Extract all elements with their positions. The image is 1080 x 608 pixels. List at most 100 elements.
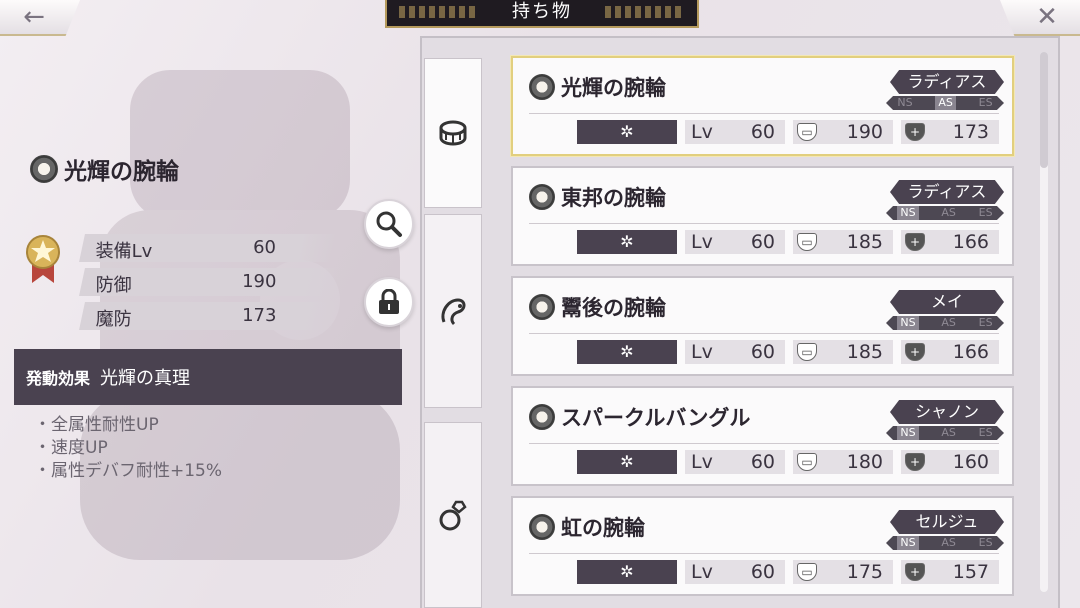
selected-item-name: 光輝の腕輪 — [30, 152, 179, 186]
defense-box: ▭ 185 — [793, 340, 893, 364]
magic-defense-shield-icon: + — [905, 233, 925, 251]
slot-es: ES — [978, 96, 993, 109]
item-card[interactable]: スパークルバングル シャノン NS AS ES ✲ Lv 60 ▭ 180 + … — [511, 386, 1014, 486]
level-label: Lv — [691, 231, 713, 253]
item-card-name: スパークルバングル — [529, 402, 750, 432]
magic-defense-box: + 166 — [901, 340, 999, 364]
character-tag: シャノン — [890, 400, 1004, 424]
magic-defense-value: 157 — [952, 561, 989, 583]
item-card-name-text: 鬻後の腕輪 — [561, 295, 666, 320]
level-label: Lv — [691, 561, 713, 583]
rank-star-badge-icon — [26, 235, 60, 283]
defense-shield-icon: ▭ — [797, 343, 817, 361]
item-card-name-text: 光輝の腕輪 — [561, 75, 666, 100]
bracelet-category-icon — [439, 120, 467, 146]
card-divider — [529, 333, 999, 334]
stat-value: 190 — [241, 271, 277, 292]
character-tag: セルジュ — [890, 510, 1004, 534]
level-value: 60 — [750, 121, 775, 143]
defense-value: 175 — [846, 561, 883, 583]
style-slots: NS AS ES — [886, 536, 1004, 550]
card-divider — [529, 223, 999, 224]
slot-ns: NS — [897, 316, 919, 330]
item-card-name: 鬻後の腕輪 — [529, 292, 666, 322]
stat-value: 173 — [241, 305, 277, 326]
lock-button[interactable] — [364, 277, 414, 327]
item-card-name: 光輝の腕輪 — [529, 72, 666, 102]
list-scroll-thumb[interactable] — [1040, 52, 1048, 168]
element-icon: ✲ — [577, 560, 677, 584]
magic-defense-value: 166 — [952, 341, 989, 363]
level-box: Lv 60 — [685, 120, 785, 144]
slot-as: AS — [941, 316, 956, 329]
ring-category-icon — [439, 500, 467, 531]
back-button[interactable]: ← — [0, 0, 80, 36]
item-card-name-text: 東邦の腕輪 — [561, 185, 666, 210]
card-divider — [529, 113, 999, 114]
character-tag: ラディアス — [890, 180, 1004, 204]
bracelet-icon — [529, 514, 555, 540]
item-card-name: 虹の腕輪 — [529, 512, 645, 542]
slot-es: ES — [978, 536, 993, 549]
search-icon — [376, 211, 402, 237]
lock-icon — [379, 289, 399, 314]
level-value: 60 — [750, 231, 775, 253]
tab-rings[interactable] — [424, 422, 482, 608]
search-button[interactable] — [364, 199, 414, 249]
selected-item-name-text: 光輝の腕輪 — [64, 158, 179, 185]
tab-bracelets[interactable] — [424, 58, 482, 208]
slot-ns: NS — [897, 206, 919, 220]
effect-line: 全属性耐性UP — [50, 414, 222, 437]
effect-list: 全属性耐性UP 速度UP 属性デバフ耐性+15% — [50, 414, 222, 483]
slot-as: AS — [941, 536, 956, 549]
magic-defense-box: + 160 — [901, 450, 999, 474]
level-box: Lv 60 — [685, 560, 785, 584]
magic-defense-value: 160 — [952, 451, 989, 473]
stat-value: 60 — [253, 237, 277, 258]
level-label: Lv — [691, 121, 713, 143]
item-card[interactable]: 光輝の腕輪 ラディアス NS AS ES ✲ Lv 60 ▭ 190 + 173 — [511, 56, 1014, 156]
defense-value: 185 — [846, 341, 883, 363]
level-label: Lv — [691, 451, 713, 473]
slot-es: ES — [978, 206, 993, 219]
slot-es: ES — [978, 426, 993, 439]
stat-label: 魔防 — [95, 309, 132, 330]
style-slots: NS AS ES — [886, 316, 1004, 330]
effect-line: 速度UP — [50, 437, 222, 460]
slot-ns: NS — [897, 536, 919, 550]
item-card[interactable]: 虹の腕輪 セルジュ NS AS ES ✲ Lv 60 ▭ 175 + 157 — [511, 496, 1014, 596]
back-arrow-icon: ← — [23, 2, 45, 32]
charm-category-icon — [441, 298, 466, 326]
defense-box: ▭ 180 — [793, 450, 893, 474]
level-label: Lv — [691, 341, 713, 363]
item-card[interactable]: 鬻後の腕輪 メイ NS AS ES ✲ Lv 60 ▭ 185 + 166 — [511, 276, 1014, 376]
defense-box: ▭ 190 — [793, 120, 893, 144]
activation-effect-bar: 発動効果 光輝の真理 — [14, 349, 402, 405]
effect-tag: 発動効果 — [26, 369, 91, 388]
slot-as: AS — [935, 96, 956, 110]
style-slots: NS AS ES — [886, 426, 1004, 440]
magic-defense-box: + 173 — [901, 120, 999, 144]
level-box: Lv 60 — [685, 340, 785, 364]
element-icon: ✲ — [577, 450, 677, 474]
bracelet-icon — [529, 184, 555, 210]
close-button[interactable]: ✕ — [1000, 0, 1080, 36]
card-divider — [529, 443, 999, 444]
level-value: 60 — [750, 341, 775, 363]
defense-box: ▭ 185 — [793, 230, 893, 254]
magic-defense-box: + 166 — [901, 230, 999, 254]
card-divider — [529, 553, 999, 554]
level-box: Lv 60 — [685, 230, 785, 254]
item-card[interactable]: 東邦の腕輪 ラディアス NS AS ES ✲ Lv 60 ▭ 185 + 166 — [511, 166, 1014, 266]
element-icon: ✲ — [577, 340, 677, 364]
level-box: Lv 60 — [685, 450, 785, 474]
defense-shield-icon: ▭ — [797, 563, 817, 581]
magic-defense-value: 173 — [952, 121, 989, 143]
stat-label: 装備Lv — [95, 241, 153, 262]
page-title-bar: 持ち物 — [385, 0, 699, 28]
bracelet-icon — [529, 294, 555, 320]
tab-accessories[interactable] — [424, 214, 482, 408]
character-tag: ラディアス — [890, 70, 1004, 94]
stat-row-defense: 防御 190 — [79, 268, 339, 296]
defense-shield-icon: ▭ — [797, 123, 817, 141]
